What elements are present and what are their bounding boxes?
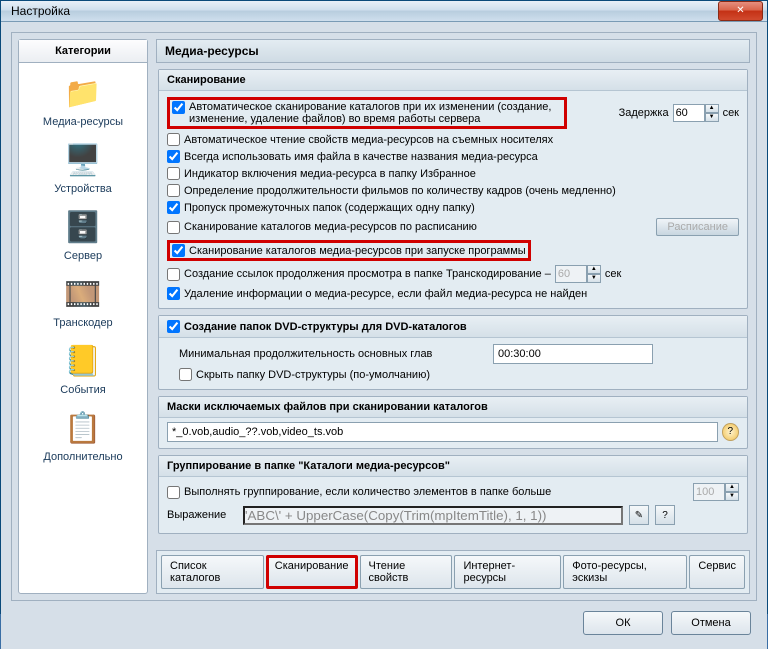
ok-button[interactable]: ОК xyxy=(583,611,663,635)
highlight-auto-scan: Автоматическое сканирование каталогов пр… xyxy=(167,97,567,129)
tab-read-props[interactable]: Чтение свойств xyxy=(360,555,453,589)
chk-fav-indicator[interactable] xyxy=(167,167,180,180)
delay-spinner[interactable]: ▲▼ xyxy=(673,104,719,122)
group-grouping: Группирование в папке "Каталоги медиа-ре… xyxy=(158,455,748,534)
tab-internet[interactable]: Интернет-ресурсы xyxy=(454,555,561,589)
chk-scan-startup[interactable] xyxy=(172,244,185,257)
scroll-panel[interactable]: Сканирование Автоматическое сканирование… xyxy=(156,67,750,542)
grouping-count-spinner: ▲▼ xyxy=(693,483,739,501)
additional-icon: 📋 xyxy=(61,408,105,448)
transcoder-icon: 🎞️ xyxy=(61,274,105,314)
chk-use-filename[interactable] xyxy=(167,150,180,163)
server-icon: 🗄️ xyxy=(61,207,105,247)
close-button[interactable]: ✕ xyxy=(718,1,763,21)
settings-window: Настройка ✕ Категории 📁 Медиа-ресурсы 🖥️… xyxy=(0,0,768,614)
chk-auto-read-removable[interactable] xyxy=(167,133,180,146)
dvd-header: Создание папок DVD-структуры для DVD-кат… xyxy=(184,321,467,333)
chk-scan-schedule[interactable] xyxy=(167,221,180,234)
main-area: Категории 📁 Медиа-ресурсы 🖥️ Устройства … xyxy=(11,32,757,601)
tab-service[interactable]: Сервис xyxy=(689,555,745,589)
bottom-tabs: Список каталогов Сканирование Чтение сво… xyxy=(156,550,750,594)
highlight-scan-startup: Сканирование каталогов медиа-ресурсов пр… xyxy=(167,240,531,261)
masks-help-icon[interactable]: ? xyxy=(722,423,739,441)
delay-unit: сек xyxy=(723,107,739,119)
grouping-expression-input[interactable] xyxy=(243,506,623,525)
schedule-button[interactable]: Расписание xyxy=(656,218,739,236)
sidebar: Категории 📁 Медиа-ресурсы 🖥️ Устройства … xyxy=(18,39,148,594)
sidebar-item-transcoder[interactable]: 🎞️ Транскодер xyxy=(21,270,145,337)
media-icon: 📁 xyxy=(61,73,105,113)
devices-icon: 🖥️ xyxy=(61,140,105,180)
lbl-auto-scan: Автоматическое сканирование каталогов пр… xyxy=(189,101,562,125)
sidebar-item-additional[interactable]: 📋 Дополнительно xyxy=(21,404,145,471)
tab-catalog-list[interactable]: Список каталогов xyxy=(161,555,264,589)
delay-up[interactable]: ▲ xyxy=(705,104,719,113)
masks-input[interactable] xyxy=(167,422,718,442)
tab-scanning[interactable]: Сканирование xyxy=(266,555,358,589)
footer: ОК Отмена xyxy=(11,601,757,639)
sidebar-item-server[interactable]: 🗄️ Сервер xyxy=(21,203,145,270)
chk-skip-intermediate[interactable] xyxy=(167,201,180,214)
chk-auto-scan[interactable] xyxy=(172,101,185,114)
tab-photo[interactable]: Фото-ресурсы, эскизы xyxy=(563,555,687,589)
expr-help-button[interactable]: ? xyxy=(655,505,675,525)
content: Медиа-ресурсы Сканирование Автоматическо… xyxy=(156,39,750,594)
chk-resume-links[interactable] xyxy=(167,268,180,281)
sidebar-tab-categories[interactable]: Категории xyxy=(19,40,147,63)
content-title: Медиа-ресурсы xyxy=(156,39,750,63)
group-scanning-header: Сканирование xyxy=(159,70,747,91)
group-scanning: Сканирование Автоматическое сканирование… xyxy=(158,69,748,309)
chk-hide-dvd-folder[interactable] xyxy=(179,368,192,381)
sidebar-item-media[interactable]: 📁 Медиа-ресурсы xyxy=(21,69,145,136)
dvd-min-duration-input[interactable] xyxy=(493,344,653,364)
cancel-button[interactable]: Отмена xyxy=(671,611,751,635)
events-icon: 📒 xyxy=(61,341,105,381)
delay-input[interactable] xyxy=(673,104,705,122)
sidebar-items: 📁 Медиа-ресурсы 🖥️ Устройства 🗄️ Сервер … xyxy=(19,63,147,477)
delay-label: Задержка xyxy=(619,107,669,119)
sidebar-item-devices[interactable]: 🖥️ Устройства xyxy=(21,136,145,203)
sidebar-item-events[interactable]: 📒 События xyxy=(21,337,145,404)
group-masks: Маски исключаемых файлов при сканировани… xyxy=(158,396,748,449)
chk-dvd-structure[interactable] xyxy=(167,320,180,333)
group-dvd: Создание папок DVD-структуры для DVD-кат… xyxy=(158,315,748,390)
client-area: Категории 📁 Медиа-ресурсы 🖥️ Устройства … xyxy=(1,22,767,649)
chk-grouping-enable[interactable] xyxy=(167,486,180,499)
expr-edit-button[interactable]: ✎ xyxy=(629,505,649,525)
delay-down[interactable]: ▼ xyxy=(705,113,719,122)
chk-delete-missing[interactable] xyxy=(167,287,180,300)
resume-input xyxy=(555,265,587,283)
chk-duration-frames[interactable] xyxy=(167,184,180,197)
window-title: Настройка xyxy=(11,4,718,18)
resume-spinner: ▲▼ xyxy=(555,265,601,283)
titlebar[interactable]: Настройка ✕ xyxy=(1,1,767,22)
